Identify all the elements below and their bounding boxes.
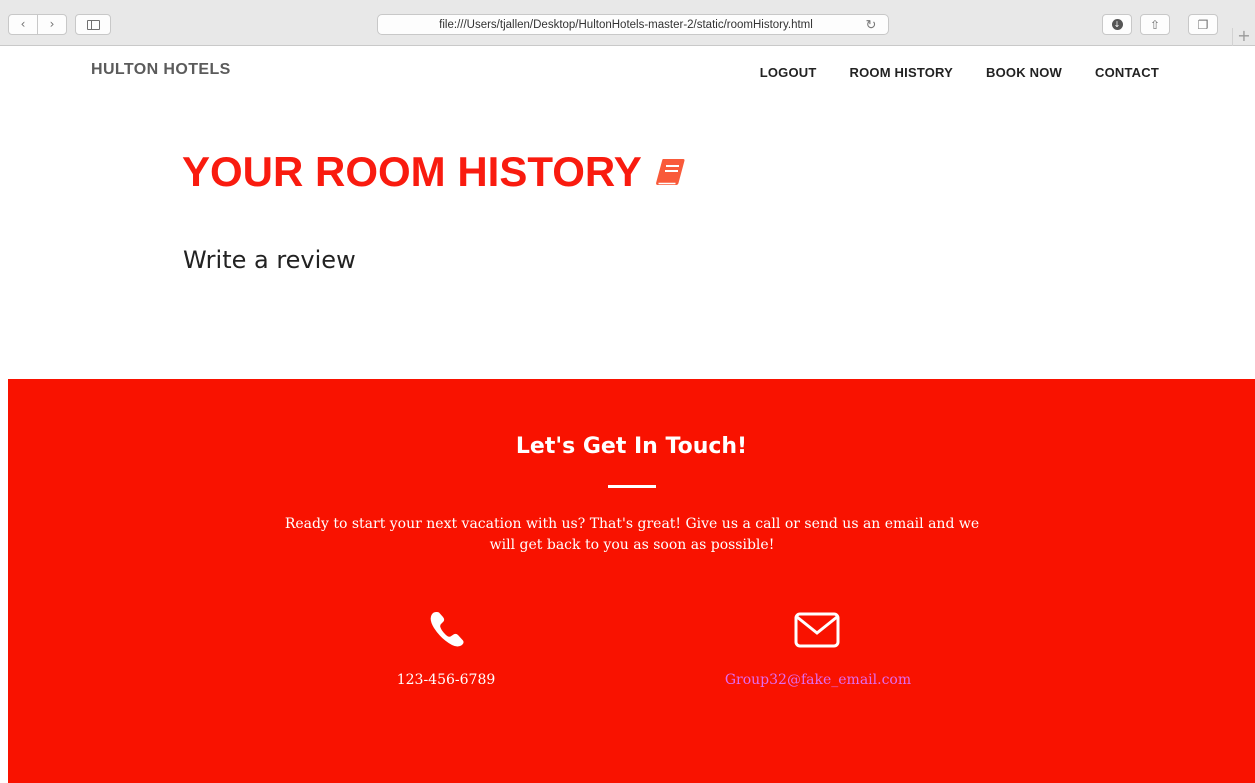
phone-number: 123-456-6789 — [396, 672, 496, 688]
page-title: YOUR ROOM HISTORY — [182, 148, 686, 196]
tabs-icon: ❐ — [1197, 17, 1209, 32]
chevron-left-icon[interactable]: ‹ — [9, 15, 37, 34]
nav-link-contact[interactable]: CONTACT — [1095, 65, 1159, 80]
share-icon: ⇧ — [1149, 17, 1161, 32]
nav-link-book-now[interactable]: BOOK NOW — [986, 65, 1062, 80]
browser-toolbar: ‹ › file:///Users/tjallen/Desktop/Hulton… — [0, 0, 1255, 46]
download-icon: ↓ — [1111, 19, 1123, 30]
plus-icon[interactable]: + — [1232, 28, 1255, 46]
address-bar[interactable]: file:///Users/tjallen/Desktop/HultonHote… — [377, 14, 889, 35]
sidebar-icon — [86, 19, 100, 30]
email-link[interactable]: Group32@fake_email.com — [694, 672, 942, 688]
nav-link-room-history[interactable]: ROOM HISTORY — [850, 65, 954, 80]
share-button[interactable]: ⇧ — [1140, 14, 1170, 35]
url-text[interactable]: file:///Users/tjallen/Desktop/HultonHote… — [378, 19, 854, 31]
phone-icon — [430, 611, 464, 647]
book-icon — [655, 159, 685, 185]
chevron-right-icon[interactable]: › — [38, 15, 66, 34]
envelope-icon — [794, 612, 840, 648]
contact-section: Let's Get In Touch! Ready to start your … — [8, 379, 1255, 783]
contact-text: Ready to start your next vacation with u… — [284, 516, 980, 553]
nav-links: LOGOUT ROOM HISTORY BOOK NOW CONTACT — [760, 65, 1159, 80]
site-navbar: HULTON HOTELS LOGOUT ROOM HISTORY BOOK N… — [0, 46, 1255, 100]
sidebar-toggle-button[interactable] — [75, 14, 111, 35]
reload-icon[interactable]: ↻ — [854, 17, 888, 33]
contact-heading: Let's Get In Touch! — [515, 434, 748, 459]
write-review-link[interactable]: Write a review — [183, 246, 356, 274]
brand-logo[interactable]: HULTON HOTELS — [91, 61, 231, 79]
nav-link-logout[interactable]: LOGOUT — [760, 65, 817, 80]
heading-divider — [608, 485, 656, 488]
downloads-button[interactable]: ↓ — [1102, 14, 1132, 35]
page-title-text: YOUR ROOM HISTORY — [182, 148, 642, 195]
show-tabs-button[interactable]: ❐ — [1188, 14, 1218, 35]
back-forward-group: ‹ › — [8, 14, 67, 35]
